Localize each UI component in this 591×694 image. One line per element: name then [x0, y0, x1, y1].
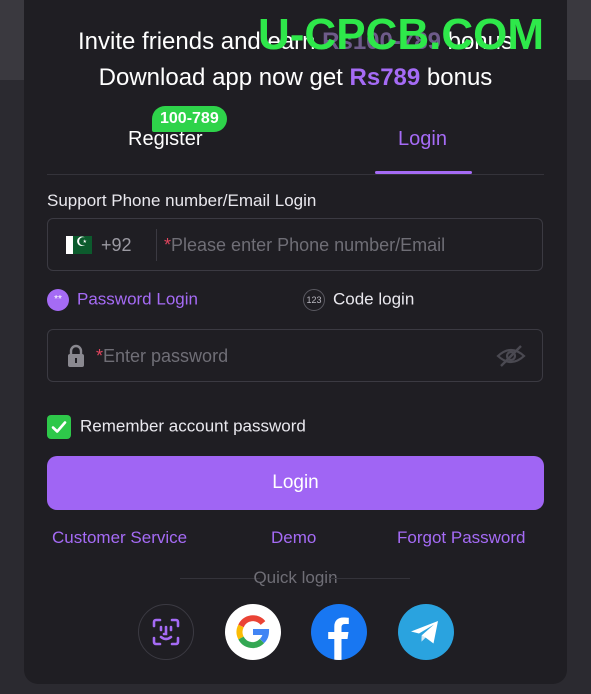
- pakistan-flag-icon[interactable]: ☪: [66, 234, 92, 254]
- face-id-icon: [152, 618, 180, 646]
- tab-login[interactable]: Login: [398, 128, 447, 151]
- code-login-option[interactable]: 123 Code login: [303, 289, 414, 311]
- country-code[interactable]: +92: [101, 235, 132, 256]
- google-login-button[interactable]: [225, 604, 281, 660]
- password-login-label: Password Login: [77, 289, 198, 309]
- quick-login-divider-right: [330, 578, 410, 579]
- code-login-label: Code login: [333, 289, 415, 309]
- crescent-icon: ☪: [76, 234, 88, 249]
- remember-password-row[interactable]: Remember account password: [47, 415, 306, 439]
- tab-divider: [47, 174, 544, 175]
- check-icon: [51, 421, 67, 433]
- google-icon: [236, 615, 270, 649]
- eye-hidden-icon[interactable]: [496, 344, 526, 368]
- demo-link[interactable]: Demo: [271, 528, 316, 548]
- support-label: Support Phone number/Email Login: [47, 191, 317, 210]
- code-123-icon: 123: [303, 289, 325, 311]
- facebook-icon: [328, 617, 349, 660]
- customer-service-link[interactable]: Customer Service: [52, 528, 187, 548]
- remember-checkbox[interactable]: [47, 415, 71, 439]
- phone-email-input[interactable]: *Please enter Phone number/Email: [164, 235, 445, 256]
- promo-download-amount: Rs789: [349, 64, 421, 91]
- phone-placeholder: Please enter Phone number/Email: [171, 235, 446, 255]
- lock-icon: [68, 344, 84, 367]
- password-placeholder: Enter password: [103, 346, 229, 366]
- promo-download-suffix: bonus: [420, 64, 493, 91]
- required-mark: *: [96, 346, 104, 366]
- register-bonus-badge: 100-789: [152, 106, 227, 132]
- telegram-login-button[interactable]: [398, 604, 454, 660]
- promo-download[interactable]: Download app now get Rs789 bonus: [0, 64, 591, 92]
- face-id-login-button[interactable]: [138, 604, 194, 660]
- forgot-password-link[interactable]: Forgot Password: [397, 528, 526, 548]
- password-field[interactable]: *Enter password: [47, 329, 543, 382]
- phone-separator: [156, 229, 157, 261]
- required-mark: *: [164, 235, 172, 255]
- promo-download-prefix: Download app now get: [98, 64, 350, 91]
- phone-email-field[interactable]: ☪ +92 *Please enter Phone number/Email: [47, 218, 543, 271]
- password-input[interactable]: *Enter password: [96, 346, 228, 367]
- telegram-icon: [411, 621, 438, 644]
- facebook-login-button[interactable]: [311, 604, 367, 660]
- password-dots-icon: **: [47, 289, 69, 311]
- login-button[interactable]: Login: [47, 456, 544, 510]
- quick-login-label: Quick login: [253, 568, 338, 587]
- watermark-text: U-CPCB.COM: [258, 10, 544, 59]
- remember-label: Remember account password: [80, 416, 306, 436]
- password-login-option[interactable]: ** Password Login: [47, 289, 198, 311]
